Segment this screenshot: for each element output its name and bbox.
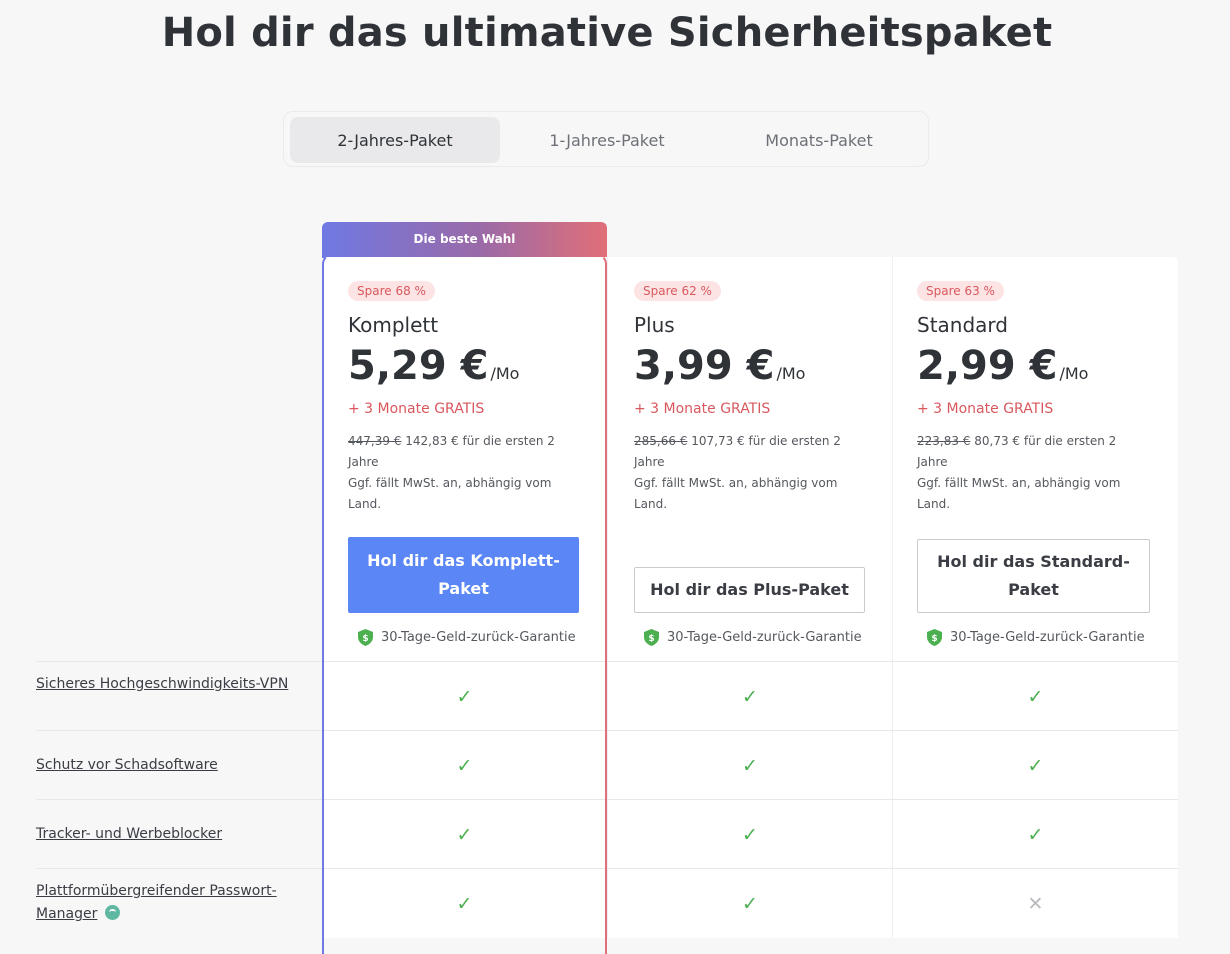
plan-price: 2,99 €/Mo	[917, 343, 1088, 389]
price-amount: 3,99 €	[634, 343, 775, 389]
price-period: /Mo	[490, 364, 520, 383]
get-standard-button[interactable]: Hol dir das Standard-Paket	[917, 539, 1150, 613]
check-icon: ✓	[1027, 754, 1044, 777]
tab-1-year[interactable]: 1-Jahres-Paket	[502, 117, 712, 163]
plan-price: 3,99 €/Mo	[634, 343, 805, 389]
feature-cell: ✓	[892, 731, 1178, 800]
check-icon: ✓	[742, 754, 758, 777]
bonus-text: + 3 Monate GRATIS	[917, 401, 1054, 417]
info-badge-icon[interactable]	[105, 904, 121, 920]
feature-cell: ✓	[322, 731, 607, 800]
price-amount: 2,99 €	[917, 343, 1058, 389]
check-icon: ✓	[1027, 685, 1044, 708]
plan-name: Plus	[634, 313, 675, 337]
billing-period-tabs: 2-Jahres-Paket 1-Jahres-Paket Monats-Pak…	[283, 111, 929, 167]
get-komplett-button[interactable]: Hol dir das Komplett-Paket	[348, 537, 579, 613]
bonus-text: + 3 Monate GRATIS	[634, 401, 771, 417]
check-icon: ✓	[456, 685, 473, 708]
money-back-guarantee: $ 30-Tage-Geld-zurück-Garantie	[927, 629, 1145, 646]
feature-cell: ✓	[607, 731, 892, 800]
shield-dollar-icon: $	[358, 629, 373, 646]
feature-cell: ✓	[322, 869, 607, 938]
old-price: 223,83 €	[917, 434, 971, 448]
feature-row: Plattformübergreifender Passwort-Manager…	[36, 868, 1178, 938]
save-badge: Spare 62 %	[634, 281, 721, 301]
check-icon: ✓	[1027, 823, 1044, 846]
old-price: 447,39 €	[348, 434, 402, 448]
plan-price: 5,29 €/Mo	[348, 343, 519, 389]
svg-text:$: $	[931, 634, 937, 644]
tab-monthly[interactable]: Monats-Paket	[714, 117, 924, 163]
guarantee-text: 30-Tage-Geld-zurück-Garantie	[667, 630, 862, 645]
tax-note: Ggf. fällt MwSt. an, abhängig vom Land.	[348, 476, 552, 511]
feature-cell: ✓	[322, 662, 607, 731]
feature-cell: ✓	[322, 800, 607, 869]
tab-2-year[interactable]: 2-Jahres-Paket	[290, 117, 500, 163]
guarantee-text: 30-Tage-Geld-zurück-Garantie	[381, 630, 576, 645]
price-amount: 5,29 €	[348, 343, 489, 389]
feature-label[interactable]: Schutz vor Schadsoftware	[36, 754, 296, 777]
price-details: 285,66 € 107,73 € für die ersten 2 Jahre…	[634, 431, 866, 515]
svg-text:$: $	[362, 634, 368, 644]
price-period: /Mo	[1059, 364, 1089, 383]
page-title: Hol dir das ultimative Sicherheitspaket	[161, 10, 1053, 56]
feature-label[interactable]: Sicheres Hochgeschwindigkeits-VPN	[36, 673, 296, 696]
cross-icon: ✕	[1027, 892, 1044, 915]
shield-dollar-icon: $	[927, 629, 942, 646]
get-plus-button[interactable]: Hol dir das Plus-Paket	[634, 567, 865, 613]
feature-row: Sicheres Hochgeschwindigkeits-VPN ✓ ✓ ✓	[36, 661, 1178, 731]
save-badge: Spare 68 %	[348, 281, 435, 301]
shield-dollar-icon: $	[644, 629, 659, 646]
guarantee-text: 30-Tage-Geld-zurück-Garantie	[950, 630, 1145, 645]
plan-name: Standard	[917, 313, 1008, 337]
feature-label[interactable]: Tracker- und Werbeblocker	[36, 823, 296, 846]
plan-card-standard: Spare 63 % Standard 2,99 €/Mo + 3 Monate…	[892, 257, 1177, 661]
check-icon: ✓	[742, 685, 758, 708]
price-details: 223,83 € 80,73 € für die ersten 2 Jahre …	[917, 431, 1149, 515]
feature-row: Tracker- und Werbeblocker ✓ ✓ ✓	[36, 799, 1178, 869]
feature-row: Schutz vor Schadsoftware ✓ ✓ ✓	[36, 730, 1178, 800]
best-choice-badge: Die beste Wahl	[322, 222, 607, 258]
feature-label[interactable]: Plattformübergreifender Passwort-Manager	[36, 883, 277, 922]
check-icon: ✓	[456, 892, 473, 915]
price-period: /Mo	[776, 364, 806, 383]
check-icon: ✓	[742, 892, 758, 915]
feature-cell: ✕	[892, 869, 1178, 938]
svg-text:$: $	[648, 634, 654, 644]
check-icon: ✓	[456, 754, 473, 777]
feature-label-wrap[interactable]: Plattformübergreifender Passwort-Manager	[36, 880, 286, 926]
old-price: 285,66 €	[634, 434, 688, 448]
plan-card-plus: Spare 62 % Plus 3,99 €/Mo + 3 Monate GRA…	[607, 257, 892, 661]
money-back-guarantee: $ 30-Tage-Geld-zurück-Garantie	[644, 629, 862, 646]
bonus-text: + 3 Monate GRATIS	[348, 401, 485, 417]
check-icon: ✓	[742, 823, 758, 846]
money-back-guarantee: $ 30-Tage-Geld-zurück-Garantie	[358, 629, 576, 646]
feature-cell: ✓	[607, 869, 892, 938]
feature-cell: ✓	[607, 800, 892, 869]
tax-note: Ggf. fällt MwSt. an, abhängig vom Land.	[634, 476, 838, 511]
feature-cell: ✓	[892, 800, 1178, 869]
price-details: 447,39 € 142,83 € für die ersten 2 Jahre…	[348, 431, 580, 515]
check-icon: ✓	[456, 823, 473, 846]
feature-cell: ✓	[892, 662, 1178, 731]
feature-cell: ✓	[607, 662, 892, 731]
tax-note: Ggf. fällt MwSt. an, abhängig vom Land.	[917, 476, 1121, 511]
save-badge: Spare 63 %	[917, 281, 1004, 301]
plan-card-komplett: Spare 68 % Komplett 5,29 €/Mo + 3 Monate…	[322, 257, 607, 661]
plan-name: Komplett	[348, 313, 439, 337]
